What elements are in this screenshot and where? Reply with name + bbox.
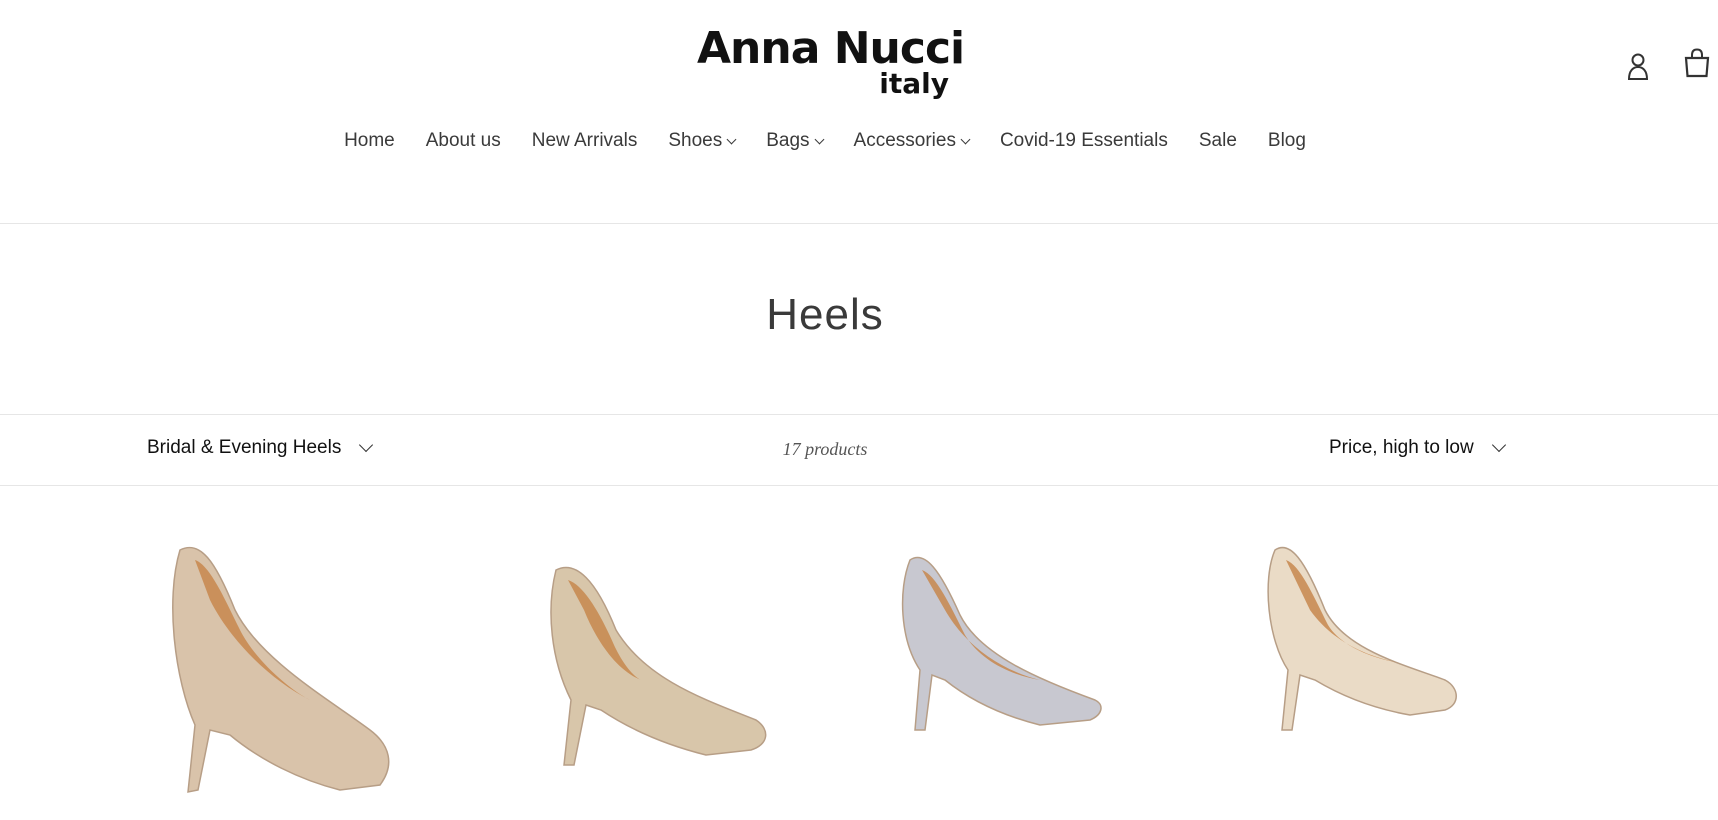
nav-item-label: Accessories [853,130,956,151]
nav-item-label: Shoes [668,130,723,151]
brand-logo[interactable]: Anna Nucci italy [697,24,965,104]
nav-item-label: About us [425,130,501,151]
nav-item-label: Blog [1267,130,1306,151]
chevron-down-icon [726,134,737,144]
product-card[interactable] [140,530,440,820]
nav-item-label: Covid-19 Essentials [999,130,1168,151]
nav-item-label: Home [344,130,395,151]
nav-item-accessories[interactable]: Accessories [853,130,971,152]
person-icon[interactable] [1627,52,1649,80]
nav-item-covid-19-essentials[interactable]: Covid-19 Essentials [1000,130,1168,152]
nav-item-label: New Arrivals [531,130,638,151]
shopping-bag-icon[interactable] [1684,48,1710,78]
nav-item-about-us[interactable]: About us [426,130,501,152]
product-card[interactable] [870,530,1170,820]
nav-item-label: Bags [766,130,810,151]
chevron-down-icon [814,134,824,144]
site-header: Anna Nucci italy Home About us New Arrival… [0,0,1718,224]
nav-item-bags[interactable]: Bags [766,130,824,152]
nav-item-home[interactable]: Home [344,130,395,152]
chevron-down-icon [1491,437,1506,453]
brand-sub: italy [879,67,949,100]
nav-item-label: Sale [1198,130,1237,151]
main-navigation: Home About us New Arrivals Shoes Bags Accesso… [0,130,1650,152]
sort-dropdown[interactable]: Price, high to low [1329,437,1506,459]
nav-item-new-arrivals[interactable]: New Arrivals [532,130,638,152]
product-card[interactable] [506,530,806,820]
sort-value: Price, high to low [1329,437,1474,458]
product-image [901,556,1102,731]
nav-item-blog[interactable]: Blog [1268,130,1306,152]
product-grid [140,530,1540,818]
chevron-down-icon [960,134,971,144]
collection-toolbar: Bridal & Evening Heels 17 products Price… [0,414,1718,486]
page-title: Heels [766,290,884,339]
product-card[interactable] [1220,530,1520,820]
product-image [550,566,767,766]
product-image [1267,546,1457,731]
product-image [172,546,390,793]
nav-item-sale[interactable]: Sale [1199,130,1237,152]
nav-item-shoes[interactable]: Shoes [668,130,737,152]
